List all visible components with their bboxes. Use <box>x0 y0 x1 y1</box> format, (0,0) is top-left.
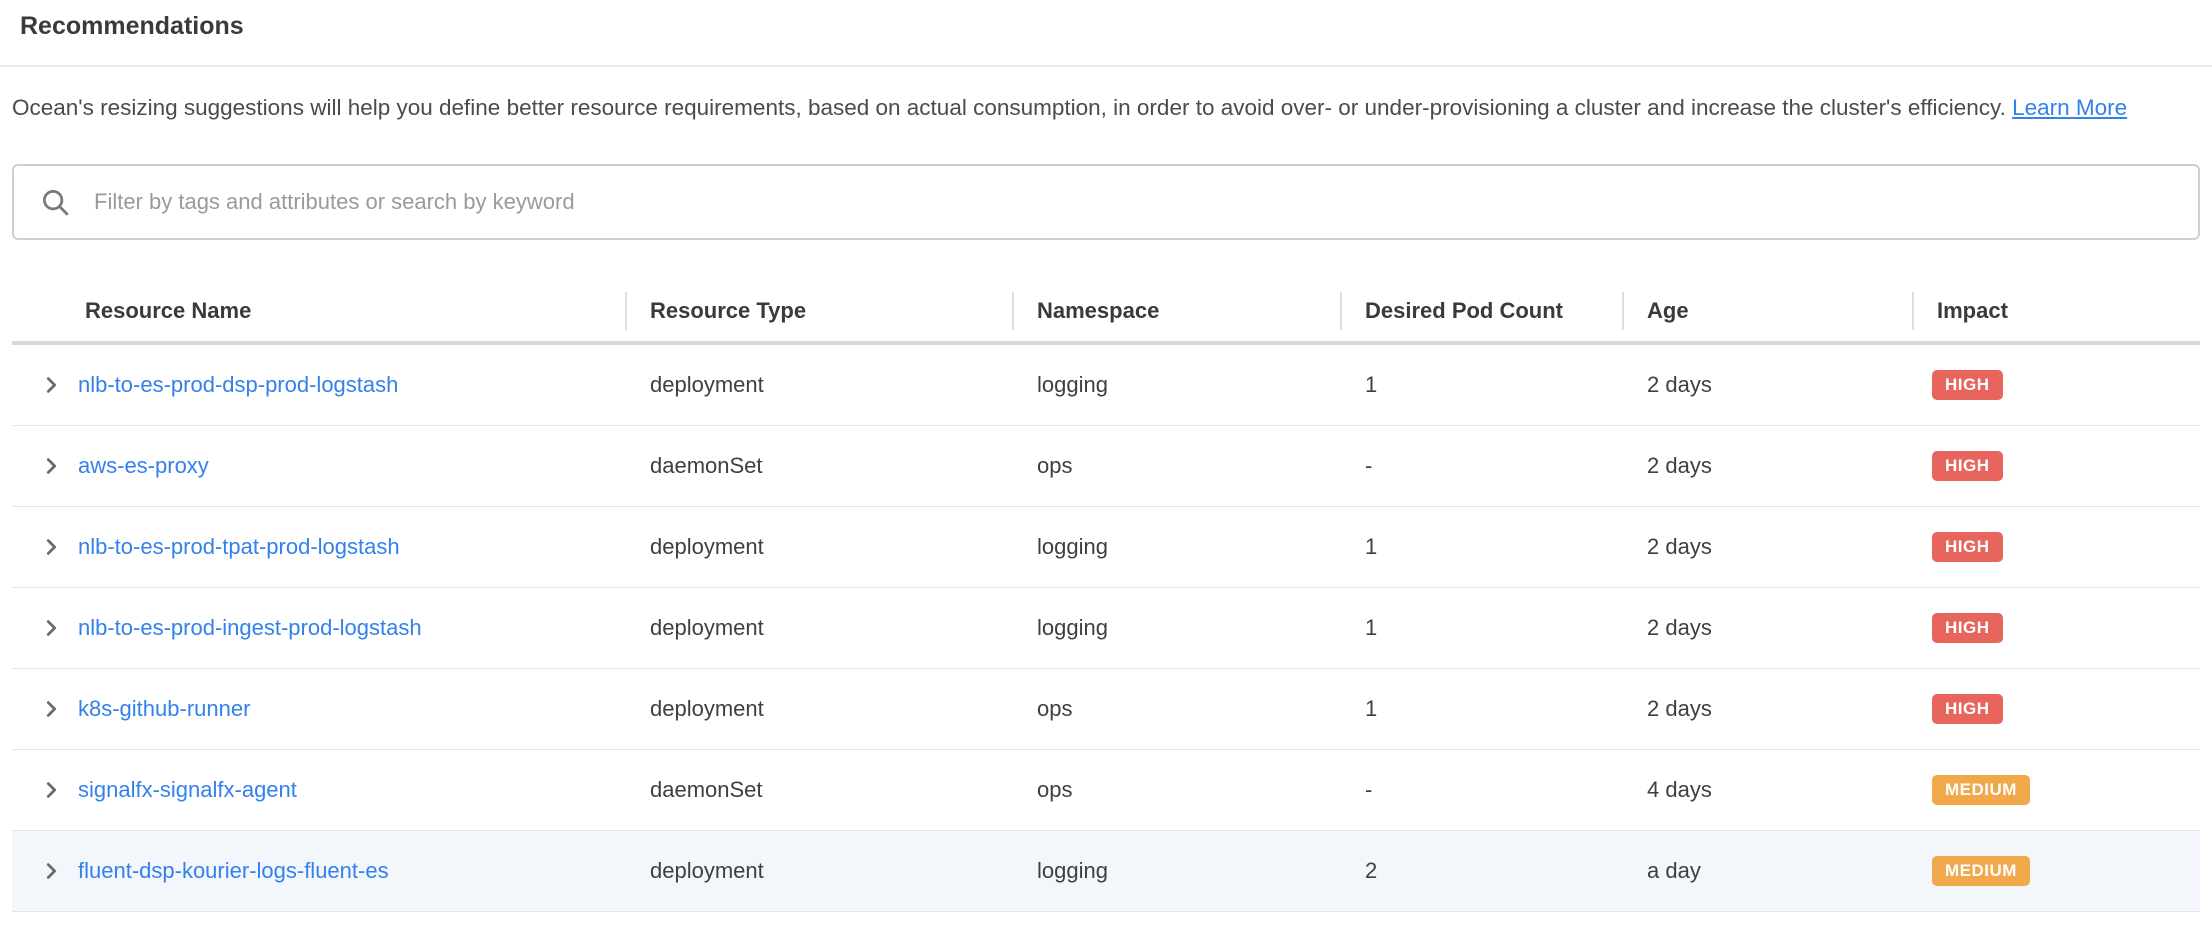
namespace-cell: logging <box>1012 372 1340 398</box>
age-cell: 2 days <box>1622 696 1912 722</box>
impact-badge: HIGH <box>1932 532 2003 562</box>
impact-badge: HIGH <box>1932 694 2003 724</box>
pod-count-cell: 1 <box>1340 615 1622 641</box>
pod-count-cell: 1 <box>1340 534 1622 560</box>
resource-type-cell: deployment <box>625 696 1012 722</box>
impact-badge: MEDIUM <box>1932 856 2030 886</box>
table-header: Resource Name Resource Type Namespace De… <box>12 280 2200 345</box>
table-row[interactable]: nlb-to-es-prod-tpat-prod-logstash deploy… <box>12 507 2200 588</box>
impact-badge: MEDIUM <box>1932 775 2030 805</box>
age-cell: 2 days <box>1622 372 1912 398</box>
pod-count-cell: - <box>1340 777 1622 803</box>
impact-badge: HIGH <box>1932 451 2003 481</box>
chevron-right-icon[interactable] <box>40 779 62 801</box>
resource-type-cell: deployment <box>625 858 1012 884</box>
impact-cell: HIGH <box>1912 613 2200 643</box>
resource-name-cell: k8s-github-runner <box>12 696 625 722</box>
impact-badge: HIGH <box>1932 370 2003 400</box>
table-row[interactable]: k8s-github-runner deployment ops 1 2 day… <box>12 669 2200 750</box>
age-cell: 4 days <box>1622 777 1912 803</box>
resource-name-cell: fluent-dsp-kourier-logs-fluent-es <box>12 858 625 884</box>
resource-name-cell: aws-es-proxy <box>12 453 625 479</box>
namespace-cell: logging <box>1012 615 1340 641</box>
column-header-resource-type: Resource Type <box>625 298 1012 324</box>
page-description: Ocean's resizing suggestions will help y… <box>12 89 2196 126</box>
resource-name-link[interactable]: nlb-to-es-prod-dsp-prod-logstash <box>78 372 398 398</box>
age-cell: 2 days <box>1622 615 1912 641</box>
namespace-cell: ops <box>1012 696 1340 722</box>
namespace-cell: logging <box>1012 858 1340 884</box>
column-header-namespace: Namespace <box>1012 298 1340 324</box>
table-row[interactable]: fluent-dsp-kourier-logs-fluent-es deploy… <box>12 831 2200 912</box>
pod-count-cell: 2 <box>1340 858 1622 884</box>
resource-type-cell: daemonSet <box>625 453 1012 479</box>
column-header-resource-name: Resource Name <box>12 298 625 324</box>
chevron-right-icon[interactable] <box>40 536 62 558</box>
resource-name-link[interactable]: signalfx-signalfx-agent <box>78 777 297 803</box>
resource-name-link[interactable]: nlb-to-es-prod-ingest-prod-logstash <box>78 615 422 641</box>
resource-type-cell: deployment <box>625 372 1012 398</box>
impact-cell: HIGH <box>1912 694 2200 724</box>
filter-search-input[interactable] <box>92 188 2178 216</box>
impact-badge: HIGH <box>1932 613 2003 643</box>
chevron-right-icon[interactable] <box>40 617 62 639</box>
pod-count-cell: 1 <box>1340 372 1622 398</box>
filter-search-box <box>12 164 2200 240</box>
resource-name-link[interactable]: aws-es-proxy <box>78 453 209 479</box>
impact-cell: MEDIUM <box>1912 775 2200 805</box>
resource-name-cell: nlb-to-es-prod-tpat-prod-logstash <box>12 534 625 560</box>
table-row[interactable]: nlb-to-es-prod-dsp-prod-logstash deploym… <box>12 345 2200 426</box>
table-body: nlb-to-es-prod-dsp-prod-logstash deploym… <box>12 345 2200 912</box>
chevron-right-icon[interactable] <box>40 455 62 477</box>
namespace-cell: logging <box>1012 534 1340 560</box>
resource-name-cell: nlb-to-es-prod-ingest-prod-logstash <box>12 615 625 641</box>
table-row[interactable]: signalfx-signalfx-agent daemonSet ops - … <box>12 750 2200 831</box>
namespace-cell: ops <box>1012 777 1340 803</box>
resource-name-cell: nlb-to-es-prod-dsp-prod-logstash <box>12 372 625 398</box>
age-cell: 2 days <box>1622 453 1912 479</box>
resource-name-link[interactable]: nlb-to-es-prod-tpat-prod-logstash <box>78 534 400 560</box>
impact-cell: MEDIUM <box>1912 856 2200 886</box>
search-icon <box>40 187 70 217</box>
page-title: Recommendations <box>0 0 2212 41</box>
impact-cell: HIGH <box>1912 532 2200 562</box>
chevron-right-icon[interactable] <box>40 860 62 882</box>
impact-cell: HIGH <box>1912 370 2200 400</box>
pod-count-cell: - <box>1340 453 1622 479</box>
impact-cell: HIGH <box>1912 451 2200 481</box>
resource-type-cell: daemonSet <box>625 777 1012 803</box>
resource-name-link[interactable]: k8s-github-runner <box>78 696 250 722</box>
table-row[interactable]: aws-es-proxy daemonSet ops - 2 days HIGH <box>12 426 2200 507</box>
chevron-right-icon[interactable] <box>40 698 62 720</box>
column-header-impact: Impact <box>1912 298 2200 324</box>
description-text: Ocean's resizing suggestions will help y… <box>12 95 2006 120</box>
table-row[interactable]: nlb-to-es-prod-ingest-prod-logstash depl… <box>12 588 2200 669</box>
age-cell: a day <box>1622 858 1912 884</box>
learn-more-link[interactable]: Learn More <box>2012 95 2127 120</box>
resource-name-link[interactable]: fluent-dsp-kourier-logs-fluent-es <box>78 858 389 884</box>
namespace-cell: ops <box>1012 453 1340 479</box>
age-cell: 2 days <box>1622 534 1912 560</box>
resource-type-cell: deployment <box>625 615 1012 641</box>
pod-count-cell: 1 <box>1340 696 1622 722</box>
resource-name-cell: signalfx-signalfx-agent <box>12 777 625 803</box>
title-divider <box>0 65 2212 67</box>
column-header-age: Age <box>1622 298 1912 324</box>
resource-type-cell: deployment <box>625 534 1012 560</box>
column-header-desired-pod-count: Desired Pod Count <box>1340 298 1622 324</box>
chevron-right-icon[interactable] <box>40 374 62 396</box>
